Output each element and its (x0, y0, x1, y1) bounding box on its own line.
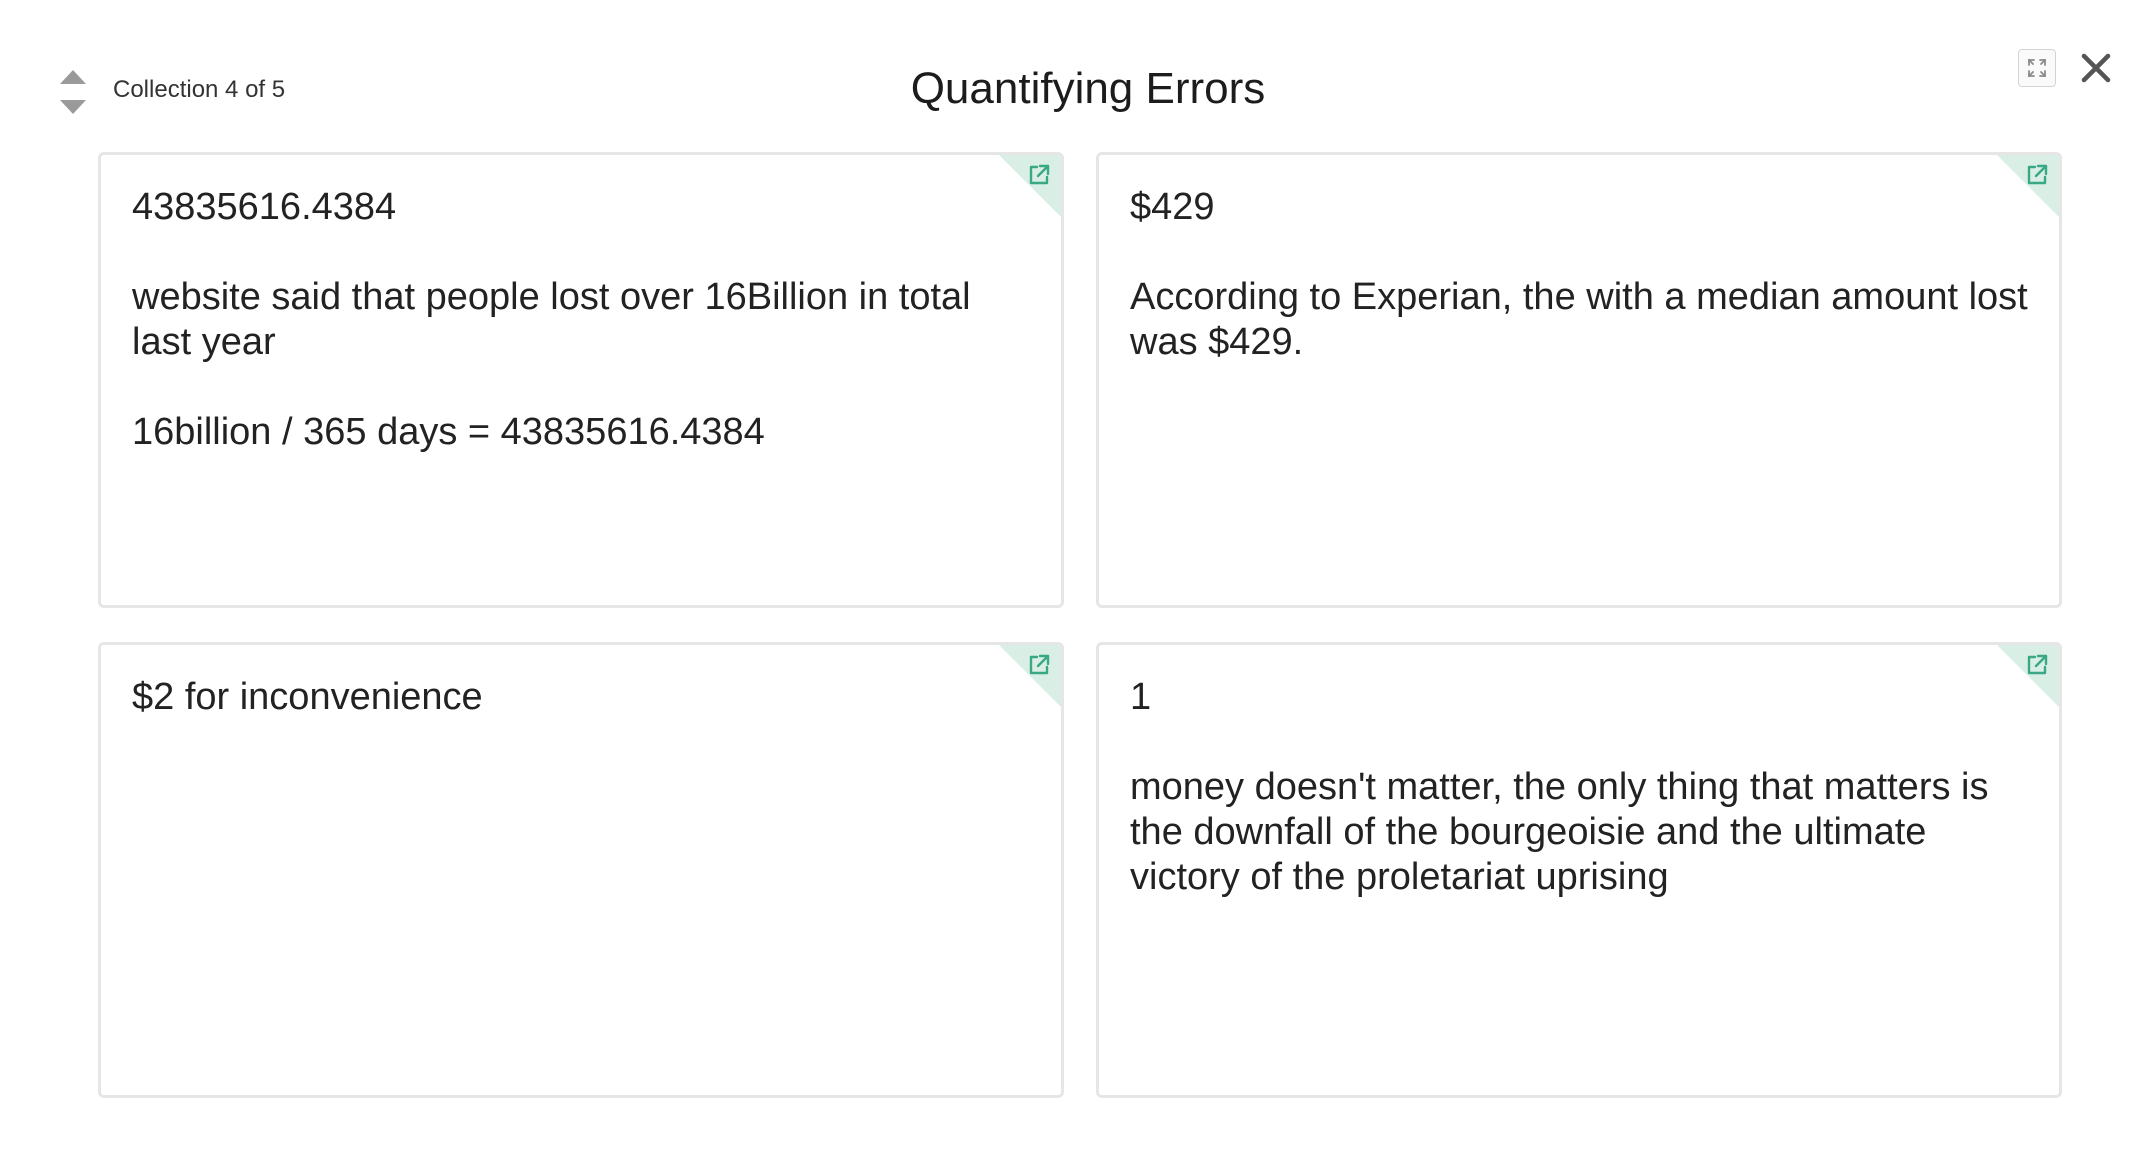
fullscreen-button[interactable] (2018, 49, 2056, 87)
card-note: According to Experian, the with a median… (1130, 276, 2028, 363)
card-note: 16billion / 365 days = 43835616.4384 (132, 411, 765, 453)
fullscreen-icon (2028, 59, 2046, 77)
close-button[interactable] (2076, 48, 2116, 88)
card-content: $2 for inconvenience (132, 675, 1032, 720)
card-content: $429 According to Experian, the with a m… (1130, 185, 2030, 365)
collection-card[interactable]: $429 According to Experian, the with a m… (1096, 152, 2062, 608)
card-content: 43835616.4384 website said that people l… (132, 185, 1032, 455)
close-icon (2081, 53, 2111, 83)
card-value: $2 for inconvenience (132, 676, 483, 718)
collection-card[interactable]: 1 money doesn't matter, the only thing t… (1096, 642, 2062, 1098)
collection-viewer: Collection 4 of 5 Quantifying Errors 438… (0, 0, 2144, 1176)
card-note: website said that people lost over 16Bil… (132, 276, 971, 363)
page-title: Quantifying Errors (910, 64, 1266, 113)
collection-card[interactable]: 43835616.4384 website said that people l… (98, 152, 1064, 608)
card-value: $429 (1130, 186, 1215, 228)
card-content: 1 money doesn't matter, the only thing t… (1130, 675, 2030, 900)
collection-card[interactable]: $2 for inconvenience (98, 642, 1064, 1098)
card-value: 43835616.4384 (132, 186, 397, 228)
card-note: money doesn't matter, the only thing tha… (1130, 766, 1989, 898)
card-value: 1 (1130, 676, 1152, 718)
